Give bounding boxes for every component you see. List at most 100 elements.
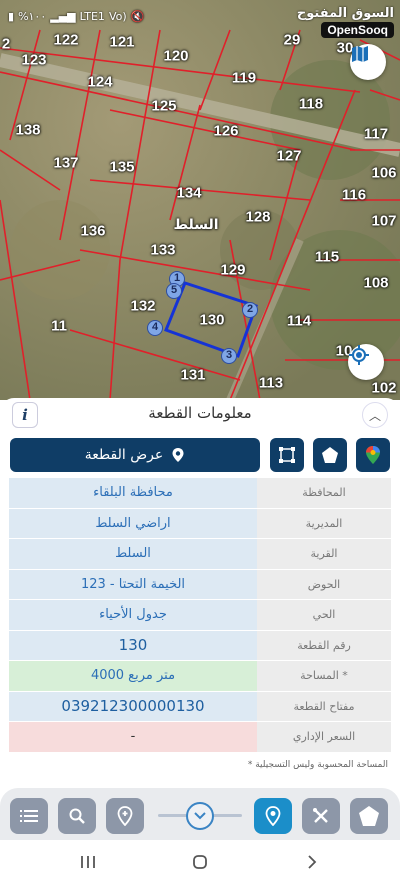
map-pin-icon	[265, 806, 281, 826]
plot-number[interactable]: 137	[53, 155, 78, 172]
recent-apps-button[interactable]	[80, 854, 96, 875]
plot-number[interactable]: 135	[109, 159, 134, 176]
table-row: الخيمة التحتا - 123 الحوض	[9, 569, 391, 600]
google-maps-button[interactable]	[356, 438, 390, 472]
plot-number[interactable]: 118	[299, 96, 323, 113]
location-pin-icon	[172, 448, 184, 462]
map-view[interactable]: 2 122 121 120 29 30 123 124 119 125 118 …	[0, 0, 400, 400]
chevron-down-icon	[194, 812, 206, 820]
plot-number[interactable]: 119	[232, 70, 256, 87]
system-nav-bar	[0, 840, 400, 889]
favorite-button[interactable]	[313, 438, 347, 472]
table-row: محافظة البلقاء المحافظة	[9, 478, 391, 509]
directorate-label: المديرية	[257, 508, 391, 538]
google-maps-icon	[366, 446, 380, 464]
table-row: 130 رقم القطعة	[9, 630, 391, 661]
basin-label: الحوض	[257, 569, 391, 599]
signal-icon: ▂▄▆	[50, 10, 76, 23]
basin-value: الخيمة التحتا - 123	[9, 569, 257, 599]
plot-info-panel: i معلومات القطعة ︿ عرض القطعة محافظة الب…	[0, 398, 400, 798]
measure-tools-button[interactable]	[302, 798, 340, 834]
collapse-button[interactable]: ︿	[362, 402, 388, 428]
directorate-value: اراضي السلط	[9, 508, 257, 538]
plot-number[interactable]: 116	[342, 187, 366, 204]
panel-title: معلومات القطعة	[148, 404, 252, 422]
plot-number[interactable]: 107	[371, 213, 396, 230]
table-row: 4000 متر مربع المساحة *	[9, 661, 391, 692]
village-label: القرية	[257, 539, 391, 569]
plot-number[interactable]: 102	[371, 380, 396, 397]
map-layers-button[interactable]	[350, 44, 386, 80]
locate-icon	[349, 345, 369, 365]
plot-number[interactable]: 128	[245, 209, 270, 226]
favorites-button[interactable]	[350, 798, 388, 834]
plot-number[interactable]: 108	[363, 275, 388, 292]
plot-number[interactable]: 122	[53, 32, 78, 49]
mute-icon: 🔇	[130, 10, 145, 23]
status-bar: ▮ %١٠٠ ▂▄▆ LTE1 Vo) 🔇 السوق المفتوح Open…	[0, 0, 400, 38]
search-button[interactable]	[58, 798, 96, 834]
admin-price-label: السعر الإداري	[257, 722, 391, 752]
plot-number[interactable]: 125	[151, 98, 176, 115]
plot-number[interactable]: 138	[15, 122, 40, 139]
plot-key-value: 039212300000130	[9, 691, 257, 721]
my-location-button[interactable]	[348, 344, 384, 380]
battery-level: %١٠٠	[18, 10, 47, 23]
village-value: السلط	[9, 539, 257, 569]
plot-number[interactable]: 121	[109, 34, 134, 51]
plot-number[interactable]: 132	[130, 298, 155, 315]
plot-number[interactable]: 136	[80, 223, 105, 240]
panel-actions: عرض القطعة	[10, 438, 390, 472]
plot-number[interactable]: 106	[371, 165, 396, 182]
plot-corner-marker: 4	[147, 320, 163, 336]
plot-number[interactable]: 124	[87, 74, 112, 91]
home-icon	[193, 855, 207, 869]
back-button[interactable]	[306, 854, 318, 875]
location-button[interactable]	[254, 798, 292, 834]
plot-number[interactable]: 113	[259, 375, 283, 392]
recent-apps-icon	[81, 856, 95, 868]
watermark-logo: السوق المفتوح OpenSooq	[297, 6, 394, 38]
plot-number[interactable]: 133	[150, 242, 175, 259]
table-row: اراضي السلط المديرية	[9, 508, 391, 539]
area-value: 4000 متر مربع	[9, 661, 257, 691]
plot-number[interactable]: 131	[180, 367, 205, 384]
tools-icon	[313, 808, 328, 823]
panel-header: i معلومات القطعة ︿	[0, 398, 400, 432]
table-row: - السعر الإداري	[9, 722, 391, 753]
plot-number[interactable]: 2	[2, 36, 10, 53]
add-location-icon	[117, 806, 133, 826]
zoom-slider-knob[interactable]	[186, 802, 214, 830]
area-footnote: * المساحة المحسوبة وليس التسجيلية	[247, 760, 388, 770]
plot-number[interactable]: 115	[315, 249, 339, 266]
plot-number[interactable]: 114	[287, 313, 311, 330]
neighborhood-value: جدول الأحياء	[9, 600, 257, 630]
plot-number[interactable]: 123	[21, 52, 46, 69]
draw-polygon-button[interactable]	[270, 438, 304, 472]
table-row: السلط القرية	[9, 539, 391, 570]
plot-number[interactable]: 120	[163, 48, 188, 65]
show-plot-button[interactable]: عرض القطعة	[10, 438, 260, 472]
list-button[interactable]	[10, 798, 48, 834]
town-label: السلط	[173, 217, 219, 233]
home-button[interactable]	[192, 854, 208, 875]
plot-number[interactable]: 11	[51, 318, 67, 335]
brand-arabic: السوق المفتوح	[296, 6, 394, 21]
search-icon	[69, 808, 85, 824]
plot-number[interactable]: 134	[176, 185, 201, 202]
plot-number-value: 130	[9, 630, 257, 660]
plot-number[interactable]: 127	[276, 148, 301, 165]
list-icon	[20, 810, 38, 822]
table-row: 039212300000130 مفتاح القطعة	[9, 691, 391, 722]
plot-number[interactable]: 129	[220, 262, 245, 279]
polygon-icon	[279, 447, 295, 463]
pentagon-icon	[359, 806, 379, 826]
brand-english: OpenSooq	[321, 22, 394, 38]
table-row: جدول الأحياء الحي	[9, 600, 391, 631]
governorate-value: محافظة البلقاء	[9, 478, 257, 508]
add-location-button[interactable]	[106, 798, 144, 834]
plot-number[interactable]: 117	[364, 126, 388, 143]
plot-number[interactable]: 130	[199, 312, 224, 329]
back-chevron-icon	[308, 855, 317, 869]
plot-number[interactable]: 126	[213, 123, 238, 140]
